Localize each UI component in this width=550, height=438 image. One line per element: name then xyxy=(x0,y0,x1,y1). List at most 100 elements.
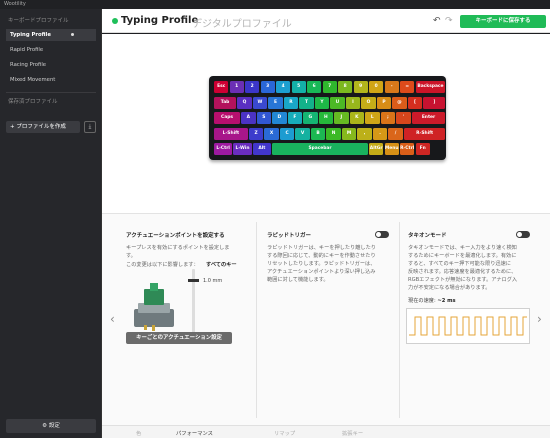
key-9[interactable]: 9 xyxy=(353,81,368,93)
key-2[interactable]: 2 xyxy=(245,81,260,93)
key-r[interactable]: R xyxy=(283,96,299,109)
key-n[interactable]: N xyxy=(326,127,341,140)
tachyon-desc-line: すると、すべてのキー押下可能な限り迅速に xyxy=(408,261,511,267)
tab-performance[interactable]: パフォーマンス xyxy=(176,429,213,437)
key-lctrl[interactable]: L-Ctrl xyxy=(214,143,233,156)
key-[interactable]: . xyxy=(372,127,388,140)
tachyon-waveform xyxy=(406,308,530,344)
key-z[interactable]: Z xyxy=(248,127,264,140)
sidebar: キーボードプロファイル Typing Profile Rapid Profile… xyxy=(0,9,102,438)
key-3[interactable]: 3 xyxy=(260,81,275,93)
actuation-desc-3: この変更は以下に影響します： xyxy=(126,262,199,268)
key-5[interactable]: 5 xyxy=(291,81,306,93)
key-b[interactable]: B xyxy=(310,127,326,140)
key-f[interactable]: F xyxy=(287,112,303,125)
key-1[interactable]: 1 xyxy=(229,81,244,93)
save-to-keyboard-button[interactable]: キーボードに保存する xyxy=(460,15,546,28)
key-6[interactable]: 6 xyxy=(307,81,322,93)
key-[interactable]: - xyxy=(384,81,399,93)
actuation-desc-1: キープレスを有効にするポイントを設定しま xyxy=(126,245,230,251)
tachyon-toggle[interactable] xyxy=(516,231,530,238)
settings-button[interactable]: ⚙ 設定 xyxy=(6,419,96,433)
key-w[interactable]: W xyxy=(252,96,268,109)
key-x[interactable]: X xyxy=(264,127,279,140)
sidebar-item-label: Racing Profile xyxy=(10,62,47,68)
key-g[interactable]: G xyxy=(303,112,318,125)
key-[interactable]: = xyxy=(400,81,415,93)
key-q[interactable]: Q xyxy=(237,96,252,109)
key-k[interactable]: K xyxy=(349,112,365,125)
redo-icon[interactable]: ↷ xyxy=(445,16,453,26)
key-[interactable]: ; xyxy=(380,112,396,125)
sidebar-item-label: Rapid Profile xyxy=(10,47,44,53)
tab-advanced-keys[interactable]: 拡張キー xyxy=(342,429,363,437)
key-enter[interactable]: Enter xyxy=(411,112,446,125)
key-spacebar[interactable]: Spacebar xyxy=(272,143,368,156)
key-8[interactable]: 8 xyxy=(338,81,353,93)
key-caps[interactable]: Caps xyxy=(214,112,241,125)
key-[interactable]: [ xyxy=(407,96,423,109)
key-u[interactable]: U xyxy=(330,96,345,109)
key-p[interactable]: P xyxy=(376,96,392,109)
keyboard-visual: Esc 1 2 3 4 5 6 7 8 9 0- = Backspace Tab Q W E R T Y U I O P @[]… xyxy=(209,76,446,160)
key-0[interactable]: 0 xyxy=(369,81,384,93)
key-j[interactable]: J xyxy=(334,112,349,125)
key-menu[interactable]: Menu xyxy=(384,143,399,156)
key-tab[interactable]: Tab xyxy=(214,96,237,109)
key-e[interactable]: E xyxy=(268,96,283,109)
key-[interactable]: ] xyxy=(423,96,446,109)
key-h[interactable]: H xyxy=(318,112,334,125)
status-dot-icon xyxy=(112,18,118,24)
rapid-trigger-toggle[interactable] xyxy=(375,231,389,238)
actuation-scope[interactable]: すべてのキー xyxy=(206,261,237,269)
key-i[interactable]: I xyxy=(345,96,361,109)
key-backspace[interactable]: Backspace xyxy=(415,81,446,93)
key-c[interactable]: C xyxy=(279,127,295,140)
key-esc[interactable]: Esc xyxy=(214,81,229,93)
key-t[interactable]: T xyxy=(299,96,314,109)
import-profile-button[interactable]: ⤓ xyxy=(84,121,96,133)
key-s[interactable]: S xyxy=(256,112,272,125)
create-profile-label: プロファイルを作成 xyxy=(16,124,66,130)
key-a[interactable]: A xyxy=(241,112,256,125)
tab-color[interactable]: 色 xyxy=(136,429,141,437)
key-lwin[interactable]: L-Win xyxy=(233,143,252,156)
tachyon-speed: 現在の速度: ~2 ms xyxy=(408,297,456,305)
gear-icon: ⚙ xyxy=(42,423,49,429)
key-rshift[interactable]: R-Shift xyxy=(403,127,446,140)
key-d[interactable]: D xyxy=(272,112,287,125)
sidebar-item-racing-profile[interactable]: Racing Profile xyxy=(6,59,96,71)
key-m[interactable]: M xyxy=(341,127,357,140)
key-y[interactable]: Y xyxy=(314,96,330,109)
per-key-actuation-button[interactable]: キーごとのアクチュエーション設定 xyxy=(126,332,232,344)
rapid-desc-line: 範囲に対して機能します。 xyxy=(267,277,329,283)
profile-name[interactable]: Typing Profile xyxy=(121,15,198,26)
sidebar-header: キーボードプロファイル xyxy=(8,18,69,24)
key-lshift[interactable]: L-Shift xyxy=(214,127,248,140)
create-profile-button[interactable]: + プロファイルを作成 xyxy=(6,121,80,133)
sidebar-item-mixed-movement[interactable]: Mixed Movement xyxy=(6,74,96,86)
tachyon-title: タキオンモード xyxy=(408,233,447,239)
sidebar-item-rapid-profile[interactable]: Rapid Profile xyxy=(6,44,96,56)
key-fn[interactable]: Fn xyxy=(415,143,430,156)
sidebar-item-typing-profile[interactable]: Typing Profile xyxy=(6,29,96,41)
key-alt[interactable]: Alt xyxy=(252,143,272,156)
key-[interactable]: ' xyxy=(396,112,411,125)
undo-icon[interactable]: ↶ xyxy=(433,16,441,26)
key-[interactable]: / xyxy=(388,127,403,140)
rapid-desc-line: リセットしたりします。ラピッドトリガーは、 xyxy=(267,261,376,267)
tab-remap[interactable]: リマップ xyxy=(274,429,295,437)
key-[interactable]: , xyxy=(357,127,372,140)
switch-illustration xyxy=(134,283,174,331)
actuation-slider-handle[interactable] xyxy=(188,279,199,282)
key-[interactable]: @ xyxy=(392,96,407,109)
key-4[interactable]: 4 xyxy=(276,81,291,93)
key-altgr[interactable]: AltGr xyxy=(369,143,384,156)
key-l[interactable]: L xyxy=(365,112,380,125)
key-o[interactable]: O xyxy=(361,96,376,109)
key-rctrl[interactable]: R-Ctrl xyxy=(400,143,415,156)
key-7[interactable]: 7 xyxy=(322,81,337,93)
speed-value: ~2 ms xyxy=(437,298,456,304)
key-v[interactable]: V xyxy=(295,127,310,140)
waveform-graphic xyxy=(409,316,527,336)
